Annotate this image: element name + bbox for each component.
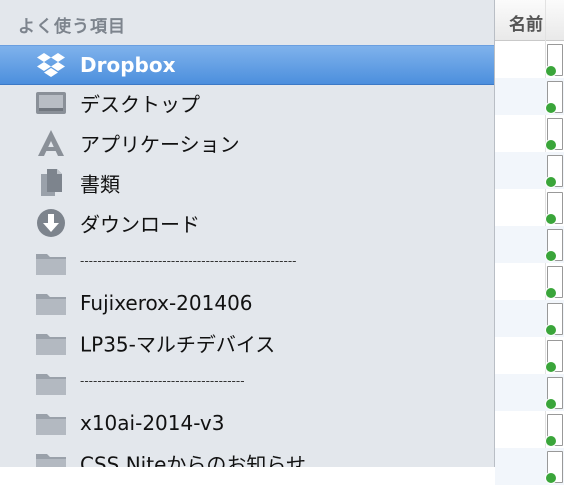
sync-status-icon (545, 361, 557, 373)
folder-icon (34, 367, 68, 399)
favorites-section-title: よく使う項目 (18, 17, 126, 37)
table-row[interactable] (495, 374, 564, 411)
finder-sidebar: よく使う項目 Dropbox デスクトップ アプリケーション 書類 ダウンロード… (0, 0, 495, 467)
sidebar-item-cssnite[interactable]: CSS Niteからのお知らせ (0, 443, 494, 467)
sidebar-item-label: デスクトップ (80, 92, 200, 117)
sidebar-item-dropbox[interactable]: Dropbox (0, 45, 494, 85)
sidebar-item-label: LP35-マルチデバイス (80, 332, 276, 357)
column-header-label: 名前 (509, 15, 543, 35)
table-row[interactable] (495, 189, 564, 226)
folder-icon (34, 327, 68, 359)
downloads-icon (34, 207, 68, 239)
file-icon (545, 266, 563, 299)
folder-icon (34, 407, 68, 439)
file-icon (545, 192, 563, 225)
sidebar-item-label: CSS Niteからのお知らせ (80, 452, 306, 468)
table-row[interactable] (495, 263, 564, 300)
sidebar-item-folder-separator-2[interactable]: -------------------------------------- (0, 363, 494, 403)
table-row[interactable] (495, 337, 564, 374)
sync-status-icon (545, 324, 557, 336)
name-column-header[interactable]: 名前 (495, 0, 564, 41)
sync-status-icon (545, 139, 557, 151)
sidebar-item-label: -------------------------------------- (80, 374, 245, 389)
documents-icon (34, 167, 68, 199)
sidebar-item-applications[interactable]: アプリケーション (0, 123, 494, 163)
sync-status-icon (545, 287, 557, 299)
applications-icon (34, 127, 68, 159)
folder-icon (34, 287, 68, 319)
file-icon (545, 81, 563, 114)
table-row[interactable] (495, 41, 564, 78)
table-row[interactable] (495, 411, 564, 448)
sidebar-item-fujixerox[interactable]: Fujixerox-201406 (0, 283, 494, 323)
sidebar-item-downloads[interactable]: ダウンロード (0, 203, 494, 243)
sync-status-icon (545, 472, 557, 484)
file-icon (545, 229, 563, 262)
sidebar-item-label: ダウンロード (80, 212, 200, 237)
table-row[interactable] (495, 152, 564, 189)
file-icon (545, 377, 563, 410)
folder-icon (34, 247, 68, 279)
sync-status-icon (545, 250, 557, 262)
dropbox-icon (34, 49, 68, 81)
sync-status-icon (545, 102, 557, 114)
table-row[interactable] (495, 300, 564, 337)
sidebar-item-label: ----------------------------------------… (80, 254, 297, 269)
folder-icon (34, 447, 68, 467)
sync-status-icon (545, 65, 557, 77)
desktop-icon (34, 87, 68, 119)
sidebar-item-label: アプリケーション (80, 132, 240, 157)
file-icon (545, 451, 563, 484)
file-icon (545, 340, 563, 373)
sidebar-item-documents[interactable]: 書類 (0, 163, 494, 203)
file-icon (545, 118, 563, 151)
file-icon (545, 414, 563, 447)
sidebar-item-lp35[interactable]: LP35-マルチデバイス (0, 323, 494, 363)
sidebar-item-label: 書類 (80, 172, 120, 197)
sidebar-item-label: Fujixerox-201406 (80, 291, 253, 315)
file-list: 名前 (495, 0, 564, 485)
sync-status-icon (545, 398, 557, 410)
sidebar-item-label: Dropbox (80, 53, 176, 77)
table-row[interactable] (495, 115, 564, 152)
sidebar-item-label: x10ai-2014-v3 (80, 411, 225, 435)
file-icon (545, 44, 563, 77)
sync-status-icon (545, 435, 557, 447)
table-row[interactable] (495, 78, 564, 115)
file-icon (545, 155, 563, 188)
table-row[interactable] (495, 226, 564, 263)
sidebar-item-desktop[interactable]: デスクトップ (0, 83, 494, 123)
sidebar-item-folder-separator-1[interactable]: ----------------------------------------… (0, 243, 494, 283)
sync-status-icon (545, 213, 557, 225)
sync-status-icon (545, 176, 557, 188)
file-icon (545, 303, 563, 336)
sidebar-item-x10ai[interactable]: x10ai-2014-v3 (0, 403, 494, 443)
